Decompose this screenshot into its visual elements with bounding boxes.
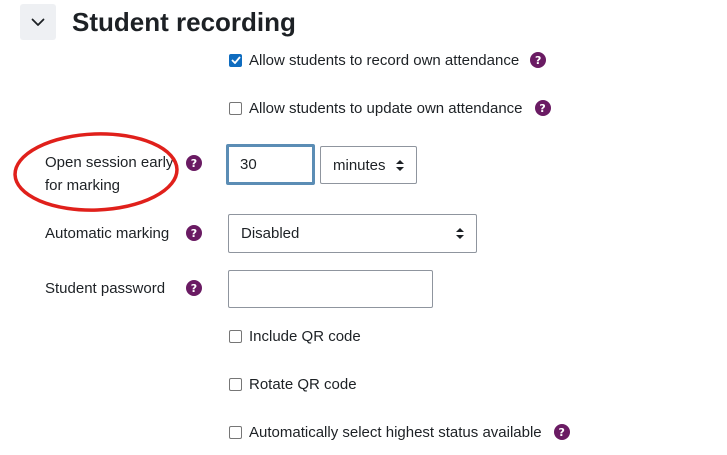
automatic-marking-select[interactable]: Disabled [228, 214, 477, 253]
section-title: Student recording [72, 7, 296, 37]
sort-arrows-icon [456, 228, 464, 239]
open-early-unit-select[interactable]: minutes [320, 146, 417, 184]
help-icon[interactable]: ? [534, 100, 551, 116]
annotation-circle [13, 132, 179, 212]
auto-highest-status-row: Automatically select highest status avai… [229, 422, 570, 442]
update-own-attendance-row: Allow students to update own attendance … [229, 98, 551, 118]
update-own-attendance-checkbox[interactable] [229, 101, 242, 115]
help-icon[interactable]: ? [553, 424, 570, 440]
automatic-marking-value: Disabled [241, 225, 300, 242]
update-own-attendance-label: Allow students to update own attendance [249, 99, 523, 117]
rotate-qr-label: Rotate QR code [249, 375, 357, 393]
student-password-label: Student password [45, 280, 166, 297]
open-early-value-input[interactable]: 30 [226, 144, 315, 185]
check-icon [230, 56, 241, 64]
auto-highest-status-checkbox[interactable] [229, 425, 242, 439]
include-qr-label: Include QR code [249, 327, 361, 345]
chevron-down-icon [31, 18, 45, 26]
auto-highest-status-label: Automatically select highest status avai… [249, 423, 542, 441]
include-qr-row: Include QR code [229, 326, 361, 346]
rotate-qr-checkbox[interactable] [229, 377, 242, 391]
help-icon[interactable]: ? [530, 52, 547, 68]
help-icon[interactable]: ? [186, 155, 202, 171]
automatic-marking-label: Automatic marking [45, 225, 170, 242]
rotate-qr-row: Rotate QR code [229, 374, 357, 394]
record-own-attendance-checkbox[interactable] [229, 53, 242, 67]
collapse-section-button[interactable] [20, 4, 56, 40]
include-qr-checkbox[interactable] [229, 329, 242, 343]
help-icon[interactable]: ? [186, 225, 202, 241]
record-own-attendance-row: Allow students to record own attendance … [229, 50, 547, 70]
record-own-attendance-label: Allow students to record own attendance [249, 51, 520, 69]
sort-arrows-icon [396, 159, 404, 171]
open-early-unit-value: minutes [333, 156, 386, 174]
student-password-input[interactable] [228, 270, 433, 308]
help-icon[interactable]: ? [186, 280, 202, 296]
